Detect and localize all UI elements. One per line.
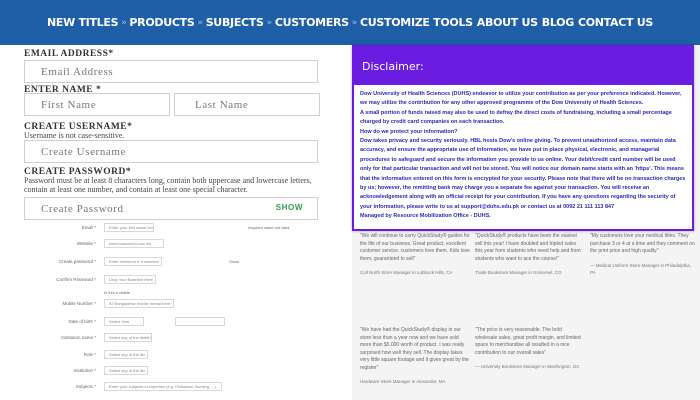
top-nav: NEW TITLES» PRODUCTS» SUBJECTS» CUSTOMERS» C…	[0, 0, 700, 45]
small-form-field[interactable]: Select any of the list	[104, 366, 148, 375]
show-password-button[interactable]: SHOW	[276, 203, 303, 212]
nav-separator: »	[197, 17, 203, 28]
disclaimer-footer: Managed by Resource Mobilization Office …	[360, 213, 491, 220]
small-form-field[interactable]: 92 Bangladesh mobile format here	[104, 299, 174, 308]
nav-list: NEW TITLES» PRODUCTS» SUBJECTS» CUSTOMERS» C…	[0, 0, 700, 45]
testimonial: "The price is very reasonable. The bold …	[475, 327, 585, 371]
disclaimer-modal: Disclaimer: Dow University of Health Sci…	[352, 45, 694, 231]
nav-separator: »	[266, 17, 273, 28]
testimonial-author: Trade Bookstore Manager in Somerset, CO	[475, 270, 562, 275]
email-label: EMAIL ADDRESS*	[24, 49, 114, 59]
nav-item-subjects[interactable]: SUBJECTS	[206, 16, 264, 29]
small-form-label: Create password *	[58, 259, 96, 264]
disclaimer-paragraph: A small portion of funds raised may also…	[360, 109, 672, 126]
small-form-label: Confirm Password *	[56, 277, 96, 282]
nav-item-blog[interactable]: BLOG	[542, 16, 574, 29]
testimonial-author: — University Bookstore Manager in Washin…	[475, 364, 580, 369]
small-form-label: Institution *	[73, 368, 96, 373]
small-form-field[interactable]: Enter minimum 6 characters	[104, 257, 162, 266]
nav-item-about-us[interactable]: ABOUT US	[477, 16, 538, 29]
nav-item-products[interactable]: PRODUCTS	[129, 16, 194, 29]
disclaimer-paragraph: Dow takes privacy and security seriously…	[360, 138, 686, 210]
small-form-label: Date of birth *	[68, 319, 96, 324]
disclaimer-body: Dow University of Health Sciences (DUHS)…	[354, 85, 692, 227]
small-form-field[interactable]: Select any of the listed items	[104, 333, 152, 342]
password-placeholder: Create Password	[41, 203, 124, 215]
username-field[interactable]: Create Username	[24, 140, 318, 163]
small-form-select[interactable]	[175, 317, 225, 326]
password-field[interactable]: Create Password SHOW	[24, 197, 318, 220]
small-form-field[interactable]: Enter your subjects of expertise (e.g. P…	[104, 382, 222, 391]
testimonial-author: — Medical Uniform Store Manager in Phila…	[590, 262, 692, 276]
testimonial: "We will continue to carry QuickStudy® g…	[360, 233, 470, 277]
username-note: Username is not case-sensitive.	[24, 131, 125, 140]
disclaimer-title: Disclaimer:	[354, 47, 692, 85]
small-form-label: Mobile Number *	[62, 301, 96, 306]
testimonial-text: "My customers love your medical titles. …	[590, 233, 695, 254]
testimonial-author: Coll North Store Manager in Lubbock Hill…	[360, 270, 453, 275]
disclaimer-heading: How do we protect your information?	[360, 128, 458, 135]
nav-separator: »	[121, 17, 127, 28]
registration-form: EMAIL ADDRESS* Email Address ENTER NAME …	[0, 45, 352, 400]
testimonial: "My customers love your medical titles. …	[590, 233, 695, 277]
first-name-field[interactable]: First Name	[24, 93, 170, 116]
testimonial: "QuickStudy® products have been the easi…	[475, 233, 585, 277]
testimonial-text: "We have had the QuickStudy® display in …	[360, 327, 469, 371]
last-name-field[interactable]: Last Name	[174, 93, 320, 116]
nav-item-contact-us[interactable]: CONTACT US	[578, 16, 653, 29]
testimonial: "We have had the QuickStudy® display in …	[360, 327, 470, 386]
testimonial-text: "The price is very reasonable. The bold …	[475, 327, 581, 356]
disclaimer-paragraph: Dow University of Health Sciences (DUHS)…	[360, 91, 682, 107]
small-form-label: Institution name *	[61, 335, 96, 340]
small-form-label: Role *	[83, 352, 96, 357]
nav-item-customize-tools[interactable]: CUSTOMIZE TOOLS	[360, 16, 473, 29]
small-form-field[interactable]: Select Year	[104, 317, 144, 326]
testimonial-text: "QuickStudy® products have been the easi…	[475, 233, 581, 262]
small-form-label: Website *	[76, 241, 96, 246]
small-form-field[interactable]: Drop Your Baseline Here	[104, 275, 156, 284]
small-form-field[interactable]: Enter your first name here	[104, 223, 154, 232]
email-field[interactable]: Email Address	[24, 60, 318, 83]
small-form-hint: required value not valid	[248, 225, 290, 230]
small-form-checkbox[interactable]: Is this a visible	[104, 290, 130, 295]
testimonial-text: "We will continue to carry QuickStudy® g…	[360, 233, 470, 262]
nav-item-new-titles[interactable]: NEW TITLES	[47, 16, 119, 29]
password-note: Password must be at least 8 characters l…	[24, 176, 312, 194]
small-show-button[interactable]: Show	[229, 259, 239, 264]
small-form-label: Subjects *	[75, 384, 96, 389]
small-form-field[interactable]: Select any of the list	[104, 350, 148, 359]
testimonial-author: Hardware Store Manager in Alexander, MA	[360, 379, 446, 384]
small-form-field[interactable]: www.bookworld.com.bd	[104, 239, 164, 248]
nav-item-customers[interactable]: CUSTOMERS	[275, 16, 349, 29]
nav-separator: »	[351, 17, 358, 28]
small-form-label: Email *	[81, 225, 96, 230]
